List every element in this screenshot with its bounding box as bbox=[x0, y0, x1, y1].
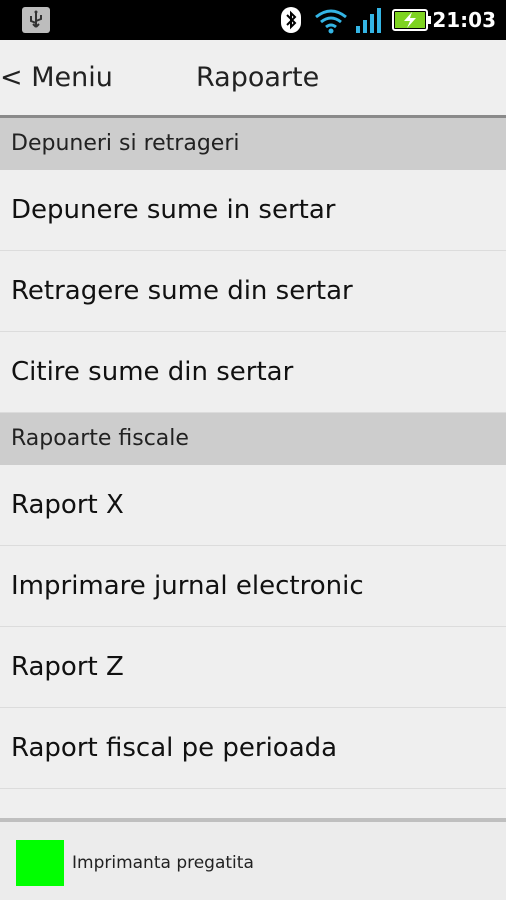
signal-icon bbox=[356, 8, 381, 33]
back-button[interactable]: < Meniu bbox=[0, 62, 113, 93]
wifi-icon bbox=[315, 9, 347, 34]
status-bar: 21:03 bbox=[0, 0, 506, 40]
list-item-raport-z[interactable]: Raport Z bbox=[0, 627, 506, 708]
printer-status-bar: Imprimanta pregatita bbox=[0, 818, 506, 900]
list-item-fiscal-period[interactable]: Raport fiscal pe perioada bbox=[0, 708, 506, 789]
printer-status-indicator bbox=[16, 840, 64, 886]
bluetooth-icon bbox=[281, 7, 301, 33]
section-header-deposits: Depuneri si retrageri bbox=[0, 118, 506, 170]
printer-status-text: Imprimanta pregatita bbox=[72, 853, 254, 873]
clock: 21:03 bbox=[432, 8, 496, 32]
list-item-deposit[interactable]: Depunere sume in sertar bbox=[0, 170, 506, 251]
list-item-print-journal[interactable]: Imprimare jurnal electronic bbox=[0, 546, 506, 627]
list-item-read-drawer[interactable]: Citire sume din sertar bbox=[0, 332, 506, 413]
usb-icon bbox=[22, 7, 50, 33]
list-item-withdraw[interactable]: Retragere sume din sertar bbox=[0, 251, 506, 332]
section-header-fiscal: Rapoarte fiscale bbox=[0, 413, 506, 465]
page-title: Rapoarte bbox=[196, 62, 320, 93]
title-bar: < Meniu Rapoarte bbox=[0, 40, 506, 118]
battery-charging-icon bbox=[392, 9, 431, 31]
list-item-raport-x[interactable]: Raport X bbox=[0, 465, 506, 546]
menu-list: Depuneri si retrageri Depunere sume in s… bbox=[0, 118, 506, 789]
